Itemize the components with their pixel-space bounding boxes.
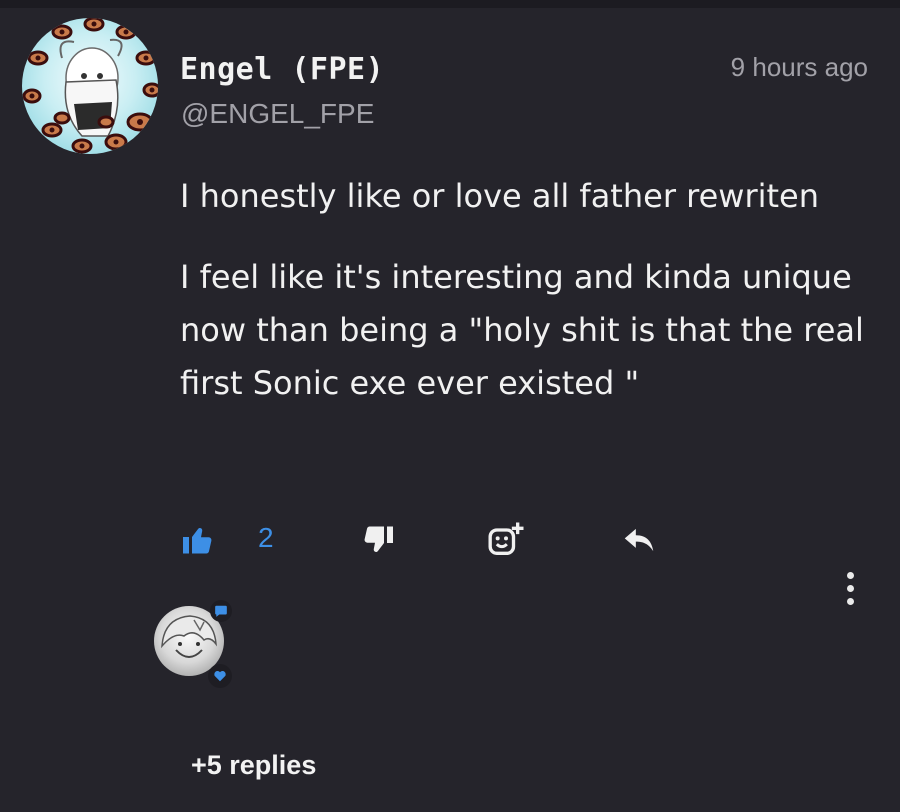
- thumbs-up-icon: [180, 522, 216, 563]
- like-button[interactable]: [180, 518, 216, 566]
- comment-paragraph: I feel like it's interesting and kinda u…: [180, 258, 864, 402]
- like-count: 2: [258, 522, 274, 553]
- comment-action-bar: 2: [180, 518, 700, 566]
- comment-body: I honestly like or love all father rewri…: [180, 170, 880, 438]
- reply-preview[interactable]: [150, 600, 240, 690]
- comment-timestamp: 9 hours ago: [730, 52, 868, 82]
- author-handle[interactable]: @ENGEL_FPE: [181, 98, 374, 130]
- reply-arrow-icon: [620, 521, 658, 564]
- dislike-button[interactable]: [360, 518, 396, 566]
- heart-icon: [208, 664, 232, 688]
- view-replies-link[interactable]: +5 replies: [191, 750, 316, 781]
- thumbs-down-icon: [360, 522, 396, 563]
- vertical-ellipsis-icon: [846, 584, 854, 592]
- more-options-button[interactable]: [836, 568, 864, 608]
- vertical-ellipsis-icon: [846, 571, 854, 579]
- add-reaction-button[interactable]: [486, 518, 526, 566]
- top-divider: [0, 0, 900, 8]
- author-name[interactable]: Engel (FPE): [180, 52, 384, 87]
- comment-paragraph: I honestly like or love all father rewri…: [180, 177, 820, 215]
- reply-button[interactable]: [620, 518, 658, 566]
- add-reaction-icon: [486, 520, 526, 565]
- chat-bubble-icon: [210, 600, 232, 622]
- vertical-ellipsis-icon: [846, 597, 854, 605]
- author-avatar[interactable]: [22, 18, 158, 154]
